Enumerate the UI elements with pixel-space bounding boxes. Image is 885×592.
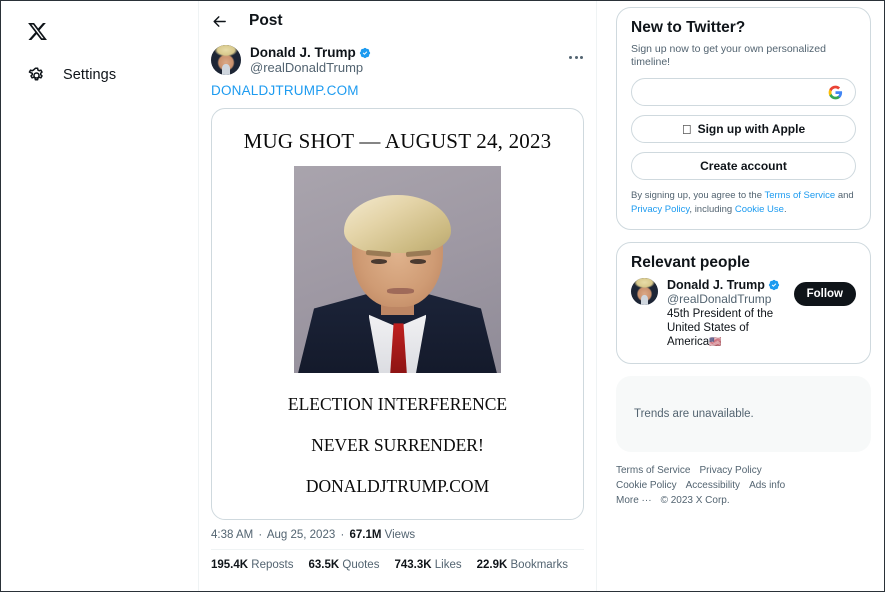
apple-logo-icon:  <box>682 123 692 136</box>
footer-links: Terms of Service Privacy Policy Cookie P… <box>616 465 806 506</box>
sidebar-item-label: Settings <box>63 67 117 83</box>
back-arrow-icon[interactable] <box>211 13 228 30</box>
signup-with-google-button[interactable] <box>631 78 856 106</box>
stat-quotes[interactable]: 63.5K Quotes <box>308 559 379 571</box>
trends-unavailable-message: Trends are unavailable. <box>634 408 754 420</box>
caption-line-2: NEVER SURRENDER! <box>311 435 484 455</box>
post-date: Aug 25, 2023 <box>266 529 336 541</box>
footer-link-accessibility[interactable]: Accessibility <box>686 480 740 491</box>
author-name-line: Donald J. Trump <box>250 45 371 60</box>
stat-likes[interactable]: 743.3K Likes <box>394 559 461 571</box>
caption-line-1: ELECTION INTERFERENCE <box>287 394 508 414</box>
avatar[interactable] <box>211 45 241 75</box>
engagement-stats-row: 195.4K Reposts 63.5K Quotes 743.3K Likes… <box>199 550 596 571</box>
right-sidebar: New to Twitter? Sign up now to get your … <box>597 1 884 591</box>
sidebar-item-settings[interactable]: Settings <box>1 53 198 97</box>
post-time: 4:38 AM <box>211 529 254 541</box>
meta-separator: · <box>340 529 345 541</box>
signup-card: New to Twitter? Sign up now to get your … <box>616 7 871 230</box>
stat-label: Bookmarks <box>510 559 569 571</box>
media-card-title: MUG SHOT — AUGUST 24, 2023 <box>243 129 552 153</box>
list-item: Donald J. Trump @realDonaldTrump 45th Pr… <box>631 278 856 350</box>
post-body-link[interactable]: DONALDJTRUMP.COM <box>199 75 596 98</box>
avatar-portrait <box>211 45 241 75</box>
photo-mouth <box>387 288 415 294</box>
apple-button-label: Sign up with Apple <box>692 122 806 136</box>
footer-link-ads-info[interactable]: Ads info <box>749 480 785 491</box>
stat-label: Reposts <box>251 559 294 571</box>
author-name[interactable]: Donald J. Trump <box>250 45 356 60</box>
footer-link-privacy-policy[interactable]: Privacy Policy <box>699 465 761 476</box>
legal-prefix: By signing up, you agree to the <box>631 190 765 201</box>
verified-badge-icon <box>768 279 780 291</box>
author-handle: @realDonaldTrump <box>250 60 364 75</box>
meta-separator: · <box>258 529 263 541</box>
verified-badge-icon <box>359 47 370 58</box>
photo-hair <box>343 194 452 253</box>
create-account-button[interactable]: Create account <box>631 152 856 180</box>
views-count: 67.1M <box>349 529 382 541</box>
relevant-people-card: Relevant people Donald J. Trump @realDon… <box>616 242 871 364</box>
avatar[interactable] <box>631 278 658 305</box>
stat-reposts[interactable]: 195.4K Reposts <box>211 559 293 571</box>
photo-eye-right <box>409 259 427 264</box>
stat-label: Quotes <box>342 559 380 571</box>
stat-count: 22.9K <box>476 559 508 571</box>
footer-link-cookie-policy[interactable]: Cookie Policy <box>616 480 677 491</box>
dot <box>574 55 578 59</box>
stat-count: 195.4K <box>211 559 249 571</box>
views-label: Views <box>384 529 416 541</box>
person-info: Donald J. Trump @realDonaldTrump 45th Pr… <box>667 278 788 350</box>
signup-card-title: New to Twitter? <box>631 19 746 36</box>
dot <box>580 55 583 59</box>
post-header: Post <box>199 1 596 41</box>
gear-icon <box>28 67 43 80</box>
person-name[interactable]: Donald J. Trump <box>667 278 765 292</box>
google-g-icon <box>828 85 843 99</box>
stat-count: 743.3K <box>394 559 432 571</box>
us-flag-emoji: 🇺🇸 <box>709 337 722 348</box>
footer-copyright: © 2023 X Corp. <box>660 495 730 506</box>
privacy-policy-link[interactable]: Privacy Policy <box>631 204 689 215</box>
x-logo-row[interactable] <box>1 9 198 53</box>
stat-bookmarks[interactable]: 22.9K Bookmarks <box>477 559 568 571</box>
footer-link-more[interactable]: More ··· <box>616 495 652 506</box>
stat-label: Likes <box>434 559 462 571</box>
relevant-people-title: Relevant people <box>631 254 750 271</box>
signup-legal-text: By signing up, you agree to the Terms of… <box>631 189 856 216</box>
avatar-portrait <box>631 278 658 305</box>
media-card-caption: ELECTION INTERFERENCE NEVER SURRENDER! D… <box>220 373 575 497</box>
legal-including: , including <box>689 203 735 215</box>
legal-and: and <box>835 190 854 201</box>
browser-window: Settings Post Donald J. Trump @realDonal… <box>0 0 885 592</box>
trends-panel: Trends are unavailable. <box>616 376 871 452</box>
author-names: Donald J. Trump @realDonaldTrump <box>250 45 371 75</box>
create-account-label: Create account <box>700 159 787 173</box>
signup-card-subtitle: Sign up now to get your own personalized… <box>631 43 826 68</box>
person-handle: @realDonaldTrump <box>667 292 772 306</box>
x-logo-icon <box>28 22 47 40</box>
person-name-line: Donald J. Trump <box>667 278 788 292</box>
cookie-use-link[interactable]: Cookie Use <box>735 204 784 215</box>
mugshot-photo <box>294 166 501 373</box>
person-bio: 45th President of the United States of A… <box>667 307 788 350</box>
photo-eye-left <box>370 259 388 264</box>
post-media-card[interactable]: MUG SHOT — AUGUST 24, 2023 ELECTION INTE… <box>211 108 584 520</box>
footer-link-terms-of-service[interactable]: Terms of Service <box>616 465 690 476</box>
legal-suffix: . <box>783 203 787 215</box>
left-sidebar: Settings <box>1 1 199 591</box>
caption-line-3: DONALDJTRUMP.COM <box>305 476 490 496</box>
center-column: Post Donald J. Trump @realDonaldTrump DO… <box>199 1 597 591</box>
post-author-row: Donald J. Trump @realDonaldTrump <box>199 41 596 75</box>
page-title: Post <box>249 12 283 29</box>
dot <box>569 55 572 59</box>
signup-with-apple-button[interactable]:  Sign up with Apple <box>631 115 856 143</box>
follow-button[interactable]: Follow <box>793 282 856 306</box>
post-metadata: 4:38 AM · Aug 25, 2023 · 67.1M Views <box>199 520 596 541</box>
more-options-icon[interactable] <box>567 50 585 64</box>
terms-of-service-link[interactable]: Terms of Service <box>764 190 835 201</box>
stat-count: 63.5K <box>308 559 340 571</box>
